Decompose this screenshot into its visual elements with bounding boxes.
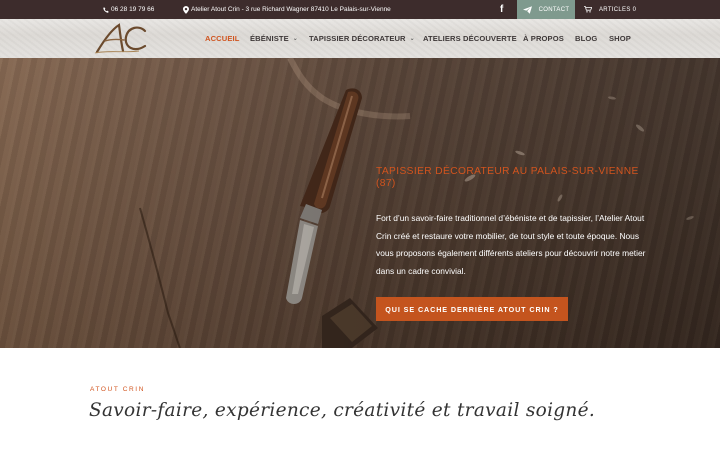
address-text: Atelier Atout Crin - 3 rue Richard Wagne… — [191, 6, 391, 13]
nav-ateliers-decouverte[interactable]: ATELIERS DÉCOUVERTE — [423, 19, 517, 58]
phone-icon — [103, 6, 109, 13]
nav-a-propos[interactable]: À PROPOS — [523, 19, 564, 58]
cart-link[interactable]: ARTICLES 0 — [584, 0, 636, 19]
nav-tapissier-decorateur[interactable]: TAPISSIER DÉCORATEUR ⌄ — [309, 19, 415, 58]
hero-section: TAPISSIER DÉCORATEUR AU PALAIS-SUR-VIENN… — [0, 58, 720, 348]
nav-tapissier-label: TAPISSIER DÉCORATEUR — [309, 34, 406, 43]
phone-link[interactable]: 06 28 19 79 66 — [103, 0, 154, 19]
main-navbar: ACCUEIL ÉBÉNISTE ⌄ TAPISSIER DÉCORATEUR … — [0, 19, 720, 58]
paper-plane-icon — [522, 5, 532, 14]
address-link[interactable]: Atelier Atout Crin - 3 rue Richard Wagne… — [183, 0, 391, 19]
cart-label: ARTICLES 0 — [599, 6, 637, 13]
map-pin-icon — [183, 5, 189, 14]
hero-overlay — [0, 58, 720, 348]
cart-icon — [584, 6, 592, 13]
top-bar: 06 28 19 79 66 Atelier Atout Crin - 3 ru… — [0, 0, 720, 19]
contact-button[interactable]: CONTACT — [517, 0, 575, 19]
section-title: Savoir-faire, expérience, créativité et … — [89, 400, 596, 421]
hero-cta-button[interactable]: QUI SE CACHE DERRIÈRE ATOUT CRIN ? — [376, 297, 568, 321]
site-logo[interactable] — [93, 22, 151, 55]
nav-blog[interactable]: BLOG — [575, 19, 597, 58]
hero-title: TAPISSIER DÉCORATEUR AU PALAIS-SUR-VIENN… — [376, 166, 639, 189]
nav-ebeniste-label: ÉBÉNISTE — [250, 34, 289, 43]
nav-accueil[interactable]: ACCUEIL — [205, 19, 239, 58]
hero-description: Fort d’un savoir-faire traditionnel d’éb… — [376, 213, 646, 276]
chevron-down-icon: ⌄ — [409, 36, 415, 42]
chevron-down-icon: ⌄ — [292, 36, 298, 42]
nav-shop[interactable]: SHOP — [609, 19, 631, 58]
phone-number: 06 28 19 79 66 — [111, 6, 155, 13]
nav-ebeniste[interactable]: ÉBÉNISTE ⌄ — [250, 19, 298, 58]
section-kicker: ATOUT CRIN — [90, 386, 146, 393]
contact-label: CONTACT — [538, 6, 570, 13]
facebook-icon[interactable]: f — [500, 0, 503, 19]
